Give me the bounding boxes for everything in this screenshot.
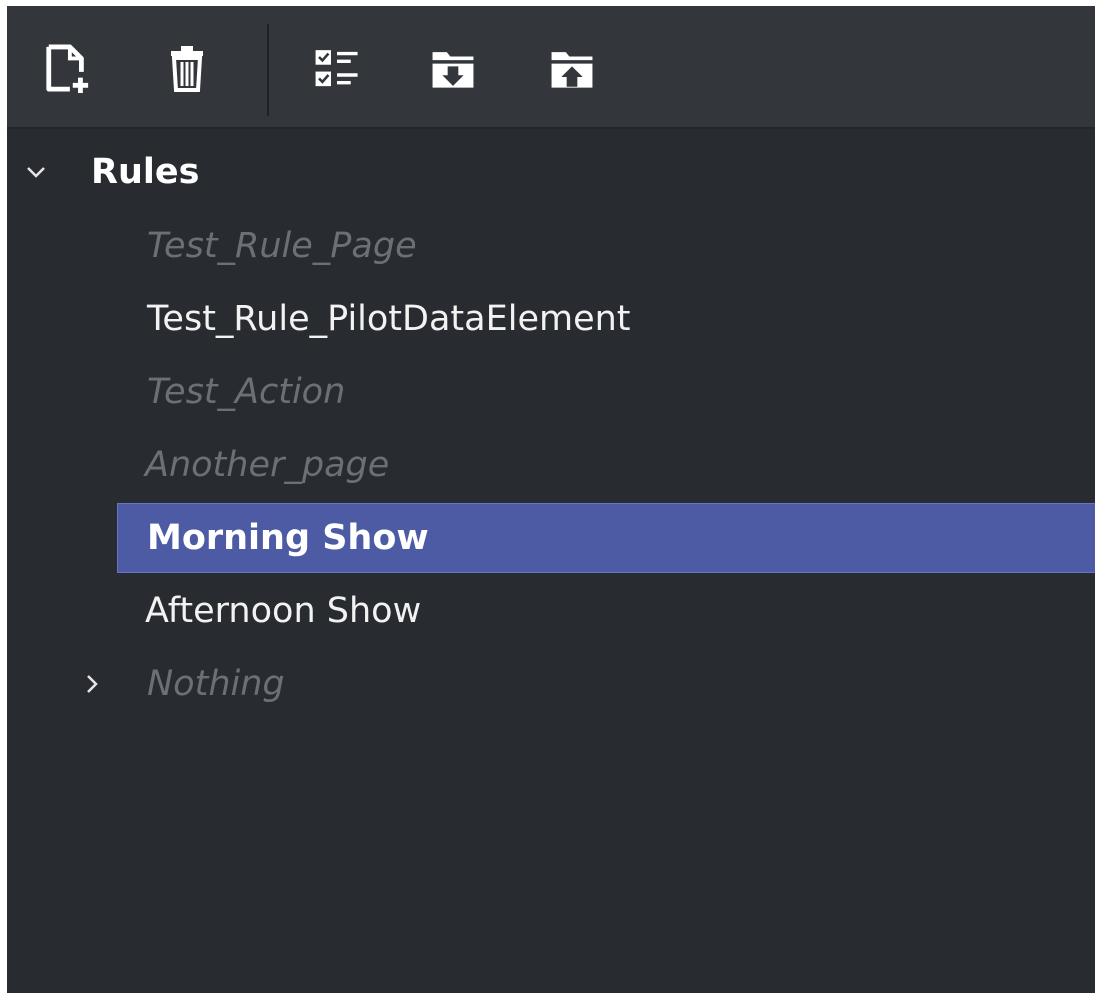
tree-item-another-page[interactable]: Another_page [7,430,1095,500]
tree-item-label: Afternoon Show [145,591,422,631]
tree-item-nothing[interactable]: Nothing [7,649,1095,719]
tree-item-test-rule-pilotdataelement[interactable]: Test_Rule_PilotDataElement [7,284,1095,354]
tree-item-test-action[interactable]: Test_Action [7,357,1095,427]
rules-panel: Rules Test_Rule_Page Test_Rule_PilotData… [7,6,1095,993]
tree-root-label: Rules [91,152,200,192]
folder-download-icon [432,52,474,88]
tree-item-label: Test_Action [147,372,346,412]
toolbar-separator [267,24,269,116]
chevron-down-icon[interactable] [24,160,48,184]
tree-item-afternoon-show[interactable]: Afternoon Show [7,576,1095,646]
tree-item-label: Test_Rule_PilotDataElement [147,299,631,339]
tree-root-rules[interactable]: Rules [7,137,1095,207]
import-button[interactable] [429,42,477,96]
checklist-icon [315,50,358,87]
chevron-right-icon[interactable] [80,672,104,696]
tree-item-morning-show[interactable]: Morning Show [7,503,1095,573]
folder-upload-icon [551,52,593,88]
tree-item-label: Morning Show [147,518,429,558]
new-document-icon [46,44,89,93]
toolbar [7,6,1095,129]
tree-item-label: Another_page [145,445,390,485]
delete-button[interactable] [163,42,211,96]
trash-icon [171,46,203,92]
tree-item-label: Nothing [147,664,285,704]
tree-item-label: Test_Rule_Page [147,226,417,266]
new-rule-button[interactable] [43,42,91,96]
tree-item-test-rule-page[interactable]: Test_Rule_Page [7,211,1095,281]
checklist-button[interactable] [313,42,361,96]
export-button[interactable] [548,42,596,96]
